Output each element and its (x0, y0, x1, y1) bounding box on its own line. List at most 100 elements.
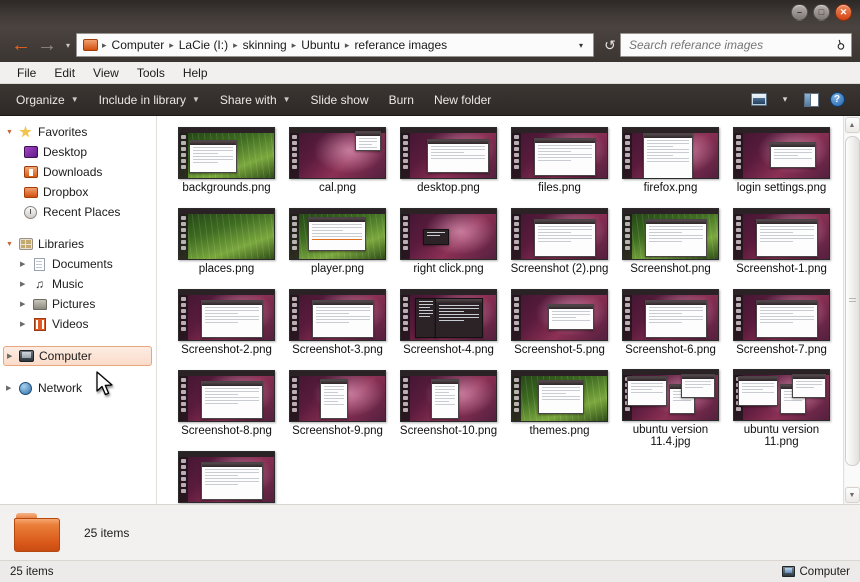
twisty-collapsed-icon[interactable]: ▶ (20, 260, 31, 268)
file-thumbnail[interactable] (289, 289, 386, 341)
twisty-collapsed-icon[interactable]: ▶ (20, 320, 31, 328)
file-thumbnail[interactable] (511, 370, 608, 422)
file-thumbnail[interactable] (289, 370, 386, 422)
file-item[interactable]: cal.png (282, 124, 393, 205)
file-thumbnail[interactable] (733, 208, 830, 260)
menu-help[interactable]: Help (174, 64, 217, 82)
twisty-collapsed-icon[interactable]: ▶ (6, 384, 17, 392)
file-item[interactable]: Screenshot-2.png (171, 286, 282, 367)
search-box[interactable]: ☌ (620, 33, 852, 57)
maximize-button[interactable]: □ (813, 4, 830, 21)
burn-button[interactable]: Burn (379, 89, 424, 111)
file-thumbnail[interactable] (622, 208, 719, 260)
file-item[interactable]: files.png (504, 124, 615, 205)
file-thumbnail[interactable] (400, 208, 497, 260)
twisty-collapsed-icon[interactable]: ▶ (7, 352, 18, 360)
minimize-button[interactable]: – (791, 4, 808, 21)
file-item[interactable]: Screenshot-7.png (726, 286, 837, 367)
file-item[interactable]: places.png (171, 205, 282, 286)
share-with-button[interactable]: Share with ▼ (210, 89, 301, 111)
file-item[interactable]: backgrounds.png (171, 124, 282, 205)
file-thumbnail[interactable] (178, 127, 275, 179)
breadcrumb-item-skinning[interactable]: skinning (239, 36, 291, 54)
file-thumbnail[interactable] (400, 289, 497, 341)
help-button[interactable]: ? (826, 89, 848, 111)
scrollbar-thumb[interactable] (845, 136, 860, 466)
sidebar-item-desktop[interactable]: Desktop (0, 142, 156, 162)
file-thumbnail[interactable] (511, 127, 608, 179)
file-thumbnail[interactable] (400, 127, 497, 179)
twisty-expanded-icon[interactable]: ▼ (6, 241, 17, 248)
file-list-pane[interactable]: backgrounds.pngcal.pngdesktop.pngfiles.p… (157, 116, 860, 504)
twisty-collapsed-icon[interactable]: ▶ (20, 280, 31, 288)
file-item[interactable]: ubuntu version 11.4.jpg (615, 367, 726, 448)
file-thumbnail[interactable] (178, 370, 275, 422)
change-view-dropdown[interactable]: ▾ (774, 89, 796, 111)
breadcrumb-item-ubuntu[interactable]: Ubuntu (297, 36, 344, 54)
breadcrumb-dropdown-icon[interactable]: ▾ (573, 41, 589, 50)
file-thumbnail[interactable] (733, 289, 830, 341)
file-thumbnail[interactable] (733, 369, 830, 421)
file-item[interactable]: Screenshot-6.png (615, 286, 726, 367)
file-thumbnail[interactable] (178, 289, 275, 341)
file-item[interactable]: desktop.png (393, 124, 504, 205)
sidebar-group-libraries[interactable]: ▼ Libraries (0, 234, 156, 254)
breadcrumb-item-referance-images[interactable]: referance images (350, 36, 451, 54)
file-thumbnail[interactable] (400, 370, 497, 422)
scrollbar-track[interactable] (845, 134, 860, 486)
file-item[interactable]: themes.png (504, 367, 615, 448)
menu-tools[interactable]: Tools (128, 64, 174, 82)
file-item[interactable]: Screenshot-8.png (171, 367, 282, 448)
organize-button[interactable]: Organize ▼ (6, 89, 89, 111)
scroll-up-button[interactable]: ▲ (845, 117, 860, 133)
file-item[interactable]: Screenshot (2).png (504, 205, 615, 286)
file-thumbnail[interactable] (178, 451, 275, 503)
sidebar-item-dropbox[interactable]: Dropbox (0, 182, 156, 202)
file-thumbnail[interactable] (178, 208, 275, 260)
file-item[interactable]: Screenshot-9.png (282, 367, 393, 448)
file-thumbnail[interactable] (622, 289, 719, 341)
sidebar-item-documents[interactable]: ▶ Documents (0, 254, 156, 274)
menu-file[interactable]: File (8, 64, 45, 82)
file-thumbnail[interactable] (622, 127, 719, 179)
sidebar-item-computer[interactable]: ▶ Computer (3, 346, 152, 366)
close-button[interactable]: ✕ (835, 4, 852, 21)
sidebar-group-favorites[interactable]: ▼ Favorites (0, 122, 156, 142)
twisty-expanded-icon[interactable]: ▼ (6, 129, 17, 136)
file-item[interactable]: Screenshot-4.png (393, 286, 504, 367)
file-item[interactable]: Screenshot-3.png (282, 286, 393, 367)
forward-button[interactable]: → (34, 32, 60, 58)
file-item[interactable]: ubuntu version 11.png (726, 367, 837, 448)
file-thumbnail[interactable] (511, 289, 608, 341)
breadcrumb-item-computer[interactable]: Computer (108, 36, 169, 54)
file-item[interactable]: player.png (282, 205, 393, 286)
file-item[interactable]: right click.png (393, 205, 504, 286)
sidebar-item-network[interactable]: ▶ Network (0, 378, 156, 398)
twisty-collapsed-icon[interactable]: ▶ (20, 300, 31, 308)
new-folder-button[interactable]: New folder (424, 89, 501, 111)
breadcrumb-item-lacie[interactable]: LaCie (I:) (175, 36, 232, 54)
slide-show-button[interactable]: Slide show (301, 89, 379, 111)
breadcrumb[interactable]: ▸ Computer ▸ LaCie (I:) ▸ skinning ▸ Ubu… (76, 33, 594, 57)
file-item[interactable]: Screenshot.png (615, 205, 726, 286)
file-grid[interactable]: backgrounds.pngcal.pngdesktop.pngfiles.p… (157, 116, 843, 504)
file-thumbnail[interactable] (511, 208, 608, 260)
file-thumbnail[interactable] (289, 127, 386, 179)
include-in-library-button[interactable]: Include in library ▼ (89, 89, 210, 111)
recent-locations-button[interactable]: ▾ (60, 32, 76, 58)
scroll-down-button[interactable]: ▼ (845, 487, 860, 503)
file-thumbnail[interactable] (733, 127, 830, 179)
file-item[interactable]: Screenshot-5.png (504, 286, 615, 367)
file-item[interactable]: Screenshot-10.png (393, 367, 504, 448)
search-input[interactable] (629, 38, 836, 52)
file-item[interactable]: Screenshot-1.png (726, 205, 837, 286)
file-thumbnail[interactable] (289, 208, 386, 260)
change-view-button[interactable] (748, 89, 770, 111)
preview-pane-button[interactable] (800, 89, 822, 111)
sidebar-item-music[interactable]: ▶ ♫ Music (0, 274, 156, 294)
menu-edit[interactable]: Edit (45, 64, 84, 82)
file-item[interactable]: firefox.png (615, 124, 726, 205)
vertical-scrollbar[interactable]: ▲ ▼ (843, 116, 860, 504)
sidebar-item-videos[interactable]: ▶ Videos (0, 314, 156, 334)
back-button[interactable]: ← (8, 32, 34, 58)
